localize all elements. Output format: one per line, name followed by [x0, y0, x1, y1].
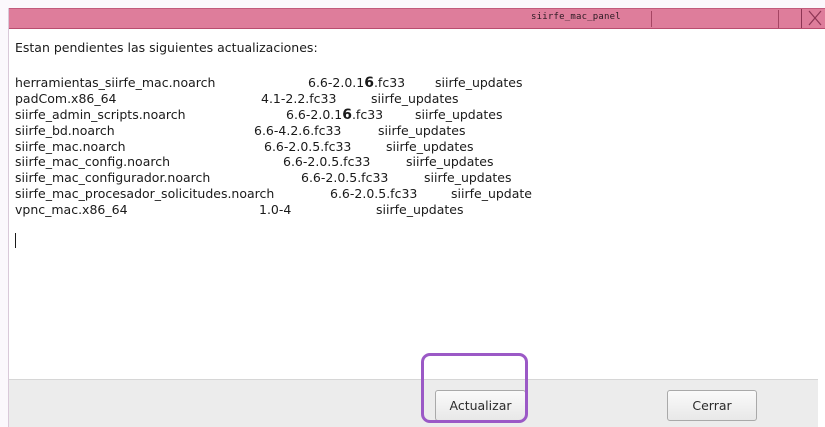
version-prefix: 6.6-2.0.5.fc33: [283, 154, 371, 170]
package-version: 6.6-2.0.5.fc33: [301, 170, 388, 187]
button-bar: Actualizar Cerrar: [9, 379, 818, 427]
version-suffix: .fc33: [373, 75, 406, 90]
version-prefix: 6.6-2.0.5.fc33: [330, 186, 418, 202]
window-close-button[interactable]: [801, 9, 825, 28]
package-version: 6.6-2.0.5.fc33: [264, 139, 351, 156]
package-version: 6.6-2.0.16.fc33: [308, 75, 405, 92]
package-version: 4.1-2.2.fc33: [261, 91, 336, 108]
package-repo: siirfe_updates: [378, 122, 466, 138]
version-bold-digit: 6: [342, 106, 352, 123]
version-prefix: 6.6-2.0.5.fc33: [264, 138, 352, 154]
package-version: 6.6-2.0.5.fc33: [283, 154, 370, 171]
package-version: 6.6-4.2.6.fc33: [254, 123, 341, 140]
close-button[interactable]: Cerrar: [667, 390, 757, 421]
package-name: padCom.x86_64: [15, 90, 117, 106]
package-name: siirfe_mac_configurador.noarch: [15, 170, 211, 186]
update-row: vpnc_mac.x86_64 1.0-4 siirfe_updates: [15, 202, 575, 218]
title-area[interactable]: siirfe_mac_panel: [9, 10, 779, 28]
title-separator: [651, 11, 652, 27]
window-title: siirfe_mac_panel: [531, 12, 621, 22]
package-version: 1.0-4: [259, 202, 291, 219]
version-suffix: .fc33: [351, 106, 384, 122]
close-icon: [808, 10, 822, 26]
update-row: siirfe_mac_configurador.noarch 6.6-2.0.5.…: [15, 170, 575, 186]
package-name: herramientas_siirfe_mac.noarch: [15, 75, 216, 90]
app-window: siirfe_mac_panel Estan pendientes las si…: [8, 8, 825, 427]
package-version: 6.6-2.0.16.fc33: [286, 107, 383, 124]
updates-text-area[interactable]: Estan pendientes las siguientes actualiz…: [9, 30, 818, 380]
update-row: siirfe_mac_config.noarch 6.6-2.0.5.fc33 si…: [15, 154, 575, 170]
version-bold-digit: 6: [364, 75, 374, 91]
package-version: 6.6-2.0.5.fc33: [330, 186, 417, 203]
package-repo: siirfe_updates: [406, 154, 494, 170]
update-row: siirfe_mac_procesador_solicitudes.noarch…: [15, 186, 575, 202]
version-prefix: 6.6-2.0.1: [286, 106, 343, 122]
intro-text: Estan pendientes las siguientes actualiz…: [15, 40, 318, 55]
update-row: padCom.x86_64 4.1-2.2.fc33 siirfe_updates: [15, 91, 575, 107]
title-bar[interactable]: siirfe_mac_panel: [9, 8, 825, 29]
package-repo: siirfe_updates: [424, 170, 512, 186]
package-repo: siirfe_updates: [376, 202, 464, 218]
package-name: siirfe_mac_config.noarch: [15, 154, 171, 170]
package-repo: siirfe_updates: [435, 75, 523, 90]
update-row: siirfe_mac.noarch 6.6-2.0.5.fc33 siirfe_up…: [15, 139, 575, 155]
package-name: vpnc_mac.x86_64: [15, 202, 128, 218]
package-name: siirfe_mac.noarch: [15, 138, 126, 154]
package-repo: siirfe_updates: [386, 138, 474, 154]
version-prefix: 1.0-4: [259, 202, 292, 218]
version-prefix: 6.6-4.2.6.fc33: [254, 122, 342, 138]
package-name: siirfe_admin_scripts.noarch: [15, 106, 186, 122]
update-row: siirfe_admin_scripts.noarch 6.6-2.0.16.fc…: [15, 107, 575, 123]
update-button[interactable]: Actualizar: [435, 390, 526, 421]
package-name: siirfe_mac_procesador_solicitudes.noarch: [15, 186, 275, 202]
update-row: siirfe_bd.noarch 6.6-4.2.6.fc33 siirfe_upd…: [15, 123, 575, 139]
package-repo: siirfe_update: [451, 186, 532, 202]
version-prefix: 6.6-2.0.5.fc33: [301, 170, 389, 186]
version-prefix: 6.6-2.0.1: [308, 75, 365, 90]
package-repo: siirfe_updates: [415, 106, 503, 122]
update-row: herramientas_siirfe_mac.noarch 6.6-2.0.16…: [15, 75, 575, 91]
package-name: siirfe_bd.noarch: [15, 122, 115, 138]
text-cursor: [15, 233, 16, 248]
package-repo: siirfe_updates: [371, 90, 459, 106]
update-list: herramientas_siirfe_mac.noarch 6.6-2.0.16…: [15, 75, 575, 218]
version-prefix: 4.1-2.2.fc33: [261, 90, 337, 106]
